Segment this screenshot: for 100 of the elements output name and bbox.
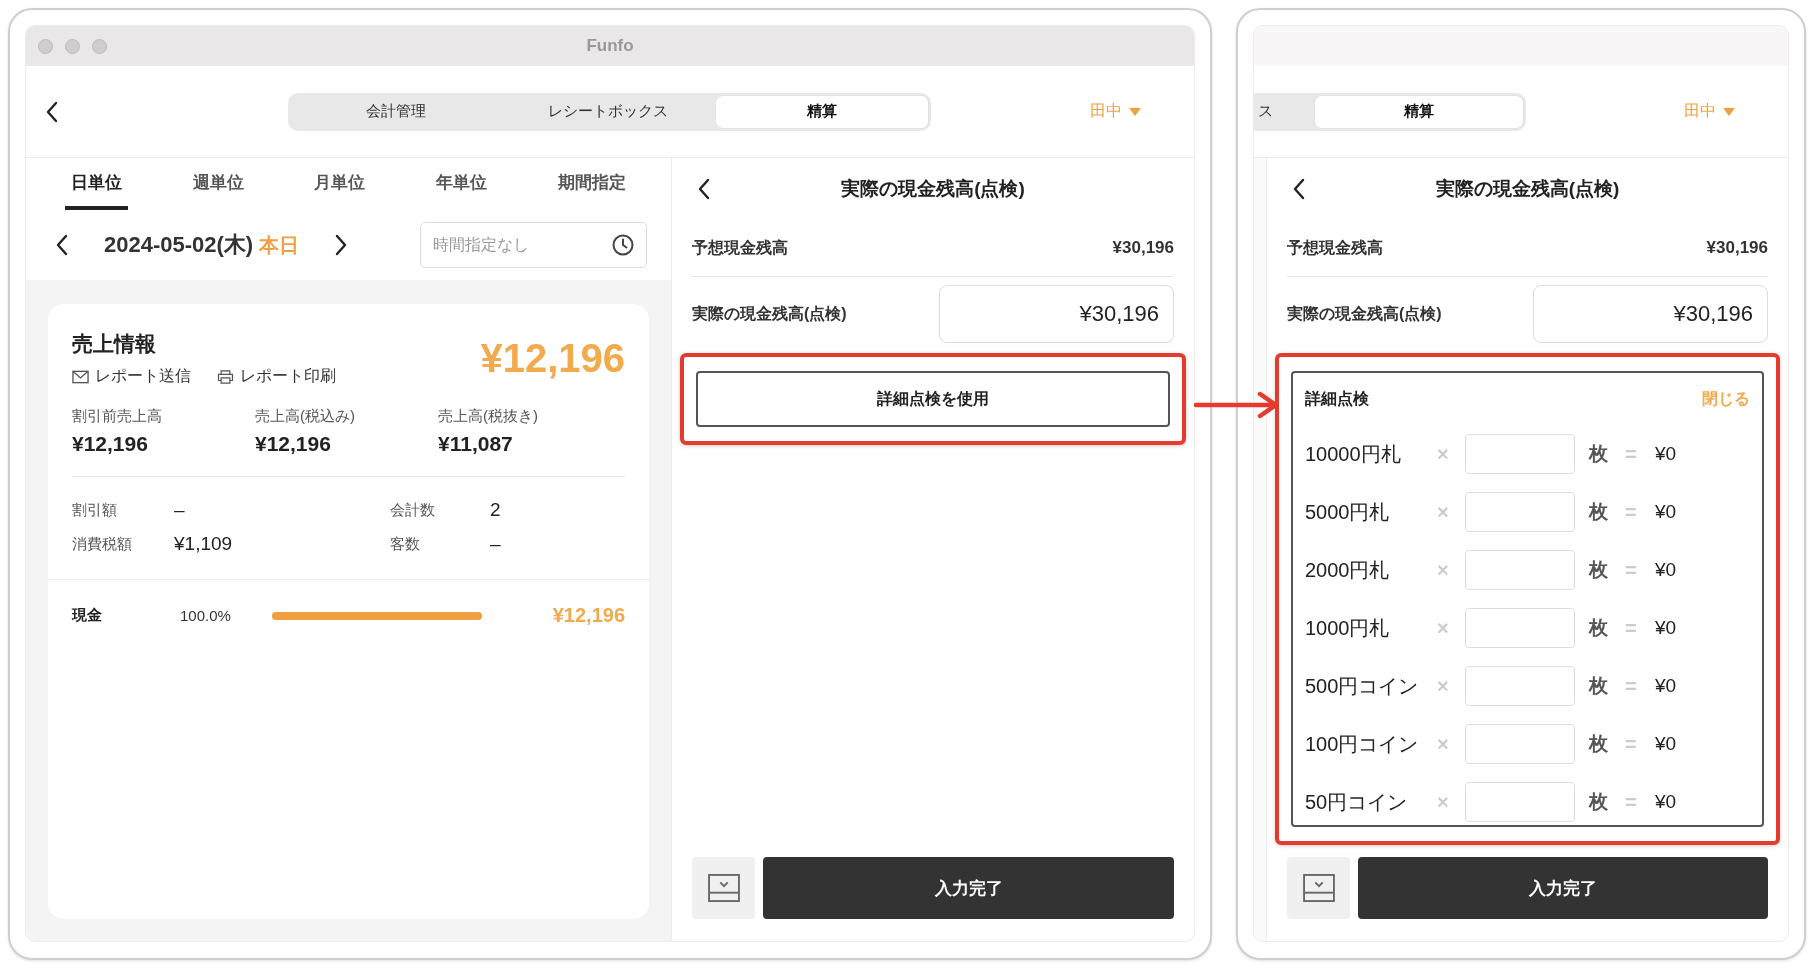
unit-label: 枚 xyxy=(1589,442,1609,466)
payment-amount: ¥12,196 xyxy=(552,604,625,627)
time-field[interactable]: 時間指定なし xyxy=(420,222,647,268)
period-tab[interactable]: 年単位 xyxy=(430,158,494,210)
multiply-sign: × xyxy=(1437,790,1450,814)
back-icon[interactable] xyxy=(1291,177,1307,201)
expected-value: ¥30,196 xyxy=(1706,238,1768,258)
amount-value: ¥0 xyxy=(1655,501,1677,523)
stat-label: 会計数 xyxy=(390,500,436,520)
cash-input-field[interactable]: ¥30,196 xyxy=(939,285,1174,343)
chevron-left-icon[interactable] xyxy=(54,233,70,257)
caret-icon xyxy=(1722,106,1736,117)
window-control-icon[interactable] xyxy=(65,39,80,54)
period-tab[interactable]: 月単位 xyxy=(308,158,372,210)
clock-icon xyxy=(611,233,635,257)
tab[interactable]: 会計管理 xyxy=(290,94,503,129)
unit-label: 枚 xyxy=(1589,558,1609,582)
period-tab[interactable]: 週単位 xyxy=(186,158,250,210)
window-control-icon[interactable] xyxy=(38,39,53,54)
equals-sign: = xyxy=(1625,732,1638,756)
multiply-sign: × xyxy=(1437,500,1450,524)
cash-input-field[interactable]: ¥30,196 xyxy=(1533,285,1768,343)
tray-icon xyxy=(707,874,740,902)
multiply-sign: × xyxy=(1437,732,1450,756)
amount-value: ¥0 xyxy=(1655,617,1677,639)
stat-value: ¥1,109 xyxy=(174,533,234,555)
stat-value: – xyxy=(490,533,502,555)
amount-value: ¥0 xyxy=(1655,559,1677,581)
tray-icon xyxy=(1302,874,1335,902)
unit-label: 枚 xyxy=(1589,674,1609,698)
payment-share: 100.0% xyxy=(180,607,232,624)
submit-button[interactable]: 入力完了 xyxy=(1358,857,1768,919)
detail-check-button[interactable]: 詳細点検を使用 xyxy=(696,371,1170,427)
back-icon[interactable] xyxy=(44,99,60,124)
count-field[interactable] xyxy=(1465,782,1575,822)
multiply-sign: × xyxy=(1437,558,1450,582)
unit-label: 枚 xyxy=(1589,790,1609,814)
metric-label: 売上高(税込み) xyxy=(255,407,356,426)
metric-label: 売上高(税抜き) xyxy=(438,407,539,426)
equals-sign: = xyxy=(1625,790,1638,814)
period-tab[interactable]: 日単位 xyxy=(65,158,129,210)
caret-icon xyxy=(1128,106,1142,117)
actual-label: 実際の現金残高(点検) xyxy=(692,303,847,324)
count-field[interactable] xyxy=(1465,608,1575,648)
stat-value: – xyxy=(174,499,186,521)
panel-title: 実際の現金残高(点検) xyxy=(841,177,1025,201)
card-title: 売上情報 xyxy=(72,331,157,357)
section-title: 詳細点検 xyxy=(1305,388,1369,409)
amount-value: ¥0 xyxy=(1655,675,1677,697)
count-field[interactable] xyxy=(1465,724,1575,764)
envelope-icon xyxy=(72,369,89,384)
drawer-button[interactable] xyxy=(692,857,755,919)
unit-label: 枚 xyxy=(1589,616,1609,640)
tab[interactable]: ス xyxy=(1254,94,1314,129)
print-report-link[interactable]: レポート印刷 xyxy=(217,366,336,387)
equals-sign: = xyxy=(1625,442,1638,466)
denomination-label: 2000円札 xyxy=(1305,557,1391,583)
denomination-label: 5000円札 xyxy=(1305,499,1391,525)
drawer-button[interactable] xyxy=(1287,857,1350,919)
equals-sign: = xyxy=(1625,558,1638,582)
date-label: 2024-05-02(木) xyxy=(104,231,254,259)
period-tab[interactable]: 期間指定 xyxy=(551,158,632,210)
amount-value: ¥0 xyxy=(1655,733,1677,755)
metric-value: ¥11,087 xyxy=(438,432,514,456)
expected-value: ¥30,196 xyxy=(1112,238,1174,258)
count-field[interactable] xyxy=(1465,666,1575,706)
stat-value: 2 xyxy=(490,499,502,521)
window-control-icon[interactable] xyxy=(92,39,107,54)
amount-value: ¥0 xyxy=(1655,443,1677,465)
equals-sign: = xyxy=(1625,674,1638,698)
denomination-label: 50円コイン xyxy=(1305,789,1409,815)
unit-label: 枚 xyxy=(1589,732,1609,756)
expected-label: 予想現金残高 xyxy=(692,237,788,258)
denomination-label: 500円コイン xyxy=(1305,673,1420,699)
unit-label: 枚 xyxy=(1589,500,1609,524)
metric-value: ¥12,196 xyxy=(255,432,332,456)
amount-value: ¥0 xyxy=(1655,791,1677,813)
stat-label: 割引額 xyxy=(72,500,118,520)
submit-button[interactable]: 入力完了 xyxy=(763,857,1174,919)
count-field[interactable] xyxy=(1465,492,1575,532)
count-field[interactable] xyxy=(1465,550,1575,590)
multiply-sign: × xyxy=(1437,674,1450,698)
denomination-label: 1000円札 xyxy=(1305,615,1391,641)
stat-label: 消費税額 xyxy=(72,534,133,554)
printer-icon xyxy=(217,369,234,384)
panel-title: 実際の現金残高(点検) xyxy=(1435,177,1620,201)
window-title: Funfo xyxy=(586,36,634,56)
actual-label: 実際の現金残高(点検) xyxy=(1287,303,1442,324)
sales-total: ¥12,196 xyxy=(480,336,625,382)
tab[interactable]: レシートボックス xyxy=(502,94,715,129)
tab[interactable]: 精算 xyxy=(714,94,929,129)
equals-sign: = xyxy=(1625,500,1638,524)
count-field[interactable] xyxy=(1465,434,1575,474)
equals-sign: = xyxy=(1625,616,1638,640)
denomination-label: 10000円札 xyxy=(1305,441,1402,467)
payment-method: 現金 xyxy=(72,606,103,625)
tab[interactable]: 精算 xyxy=(1314,94,1524,129)
expected-label: 予想現金残高 xyxy=(1287,237,1383,258)
back-icon[interactable] xyxy=(696,177,712,201)
send-report-link[interactable]: レポート送信 xyxy=(72,366,191,387)
